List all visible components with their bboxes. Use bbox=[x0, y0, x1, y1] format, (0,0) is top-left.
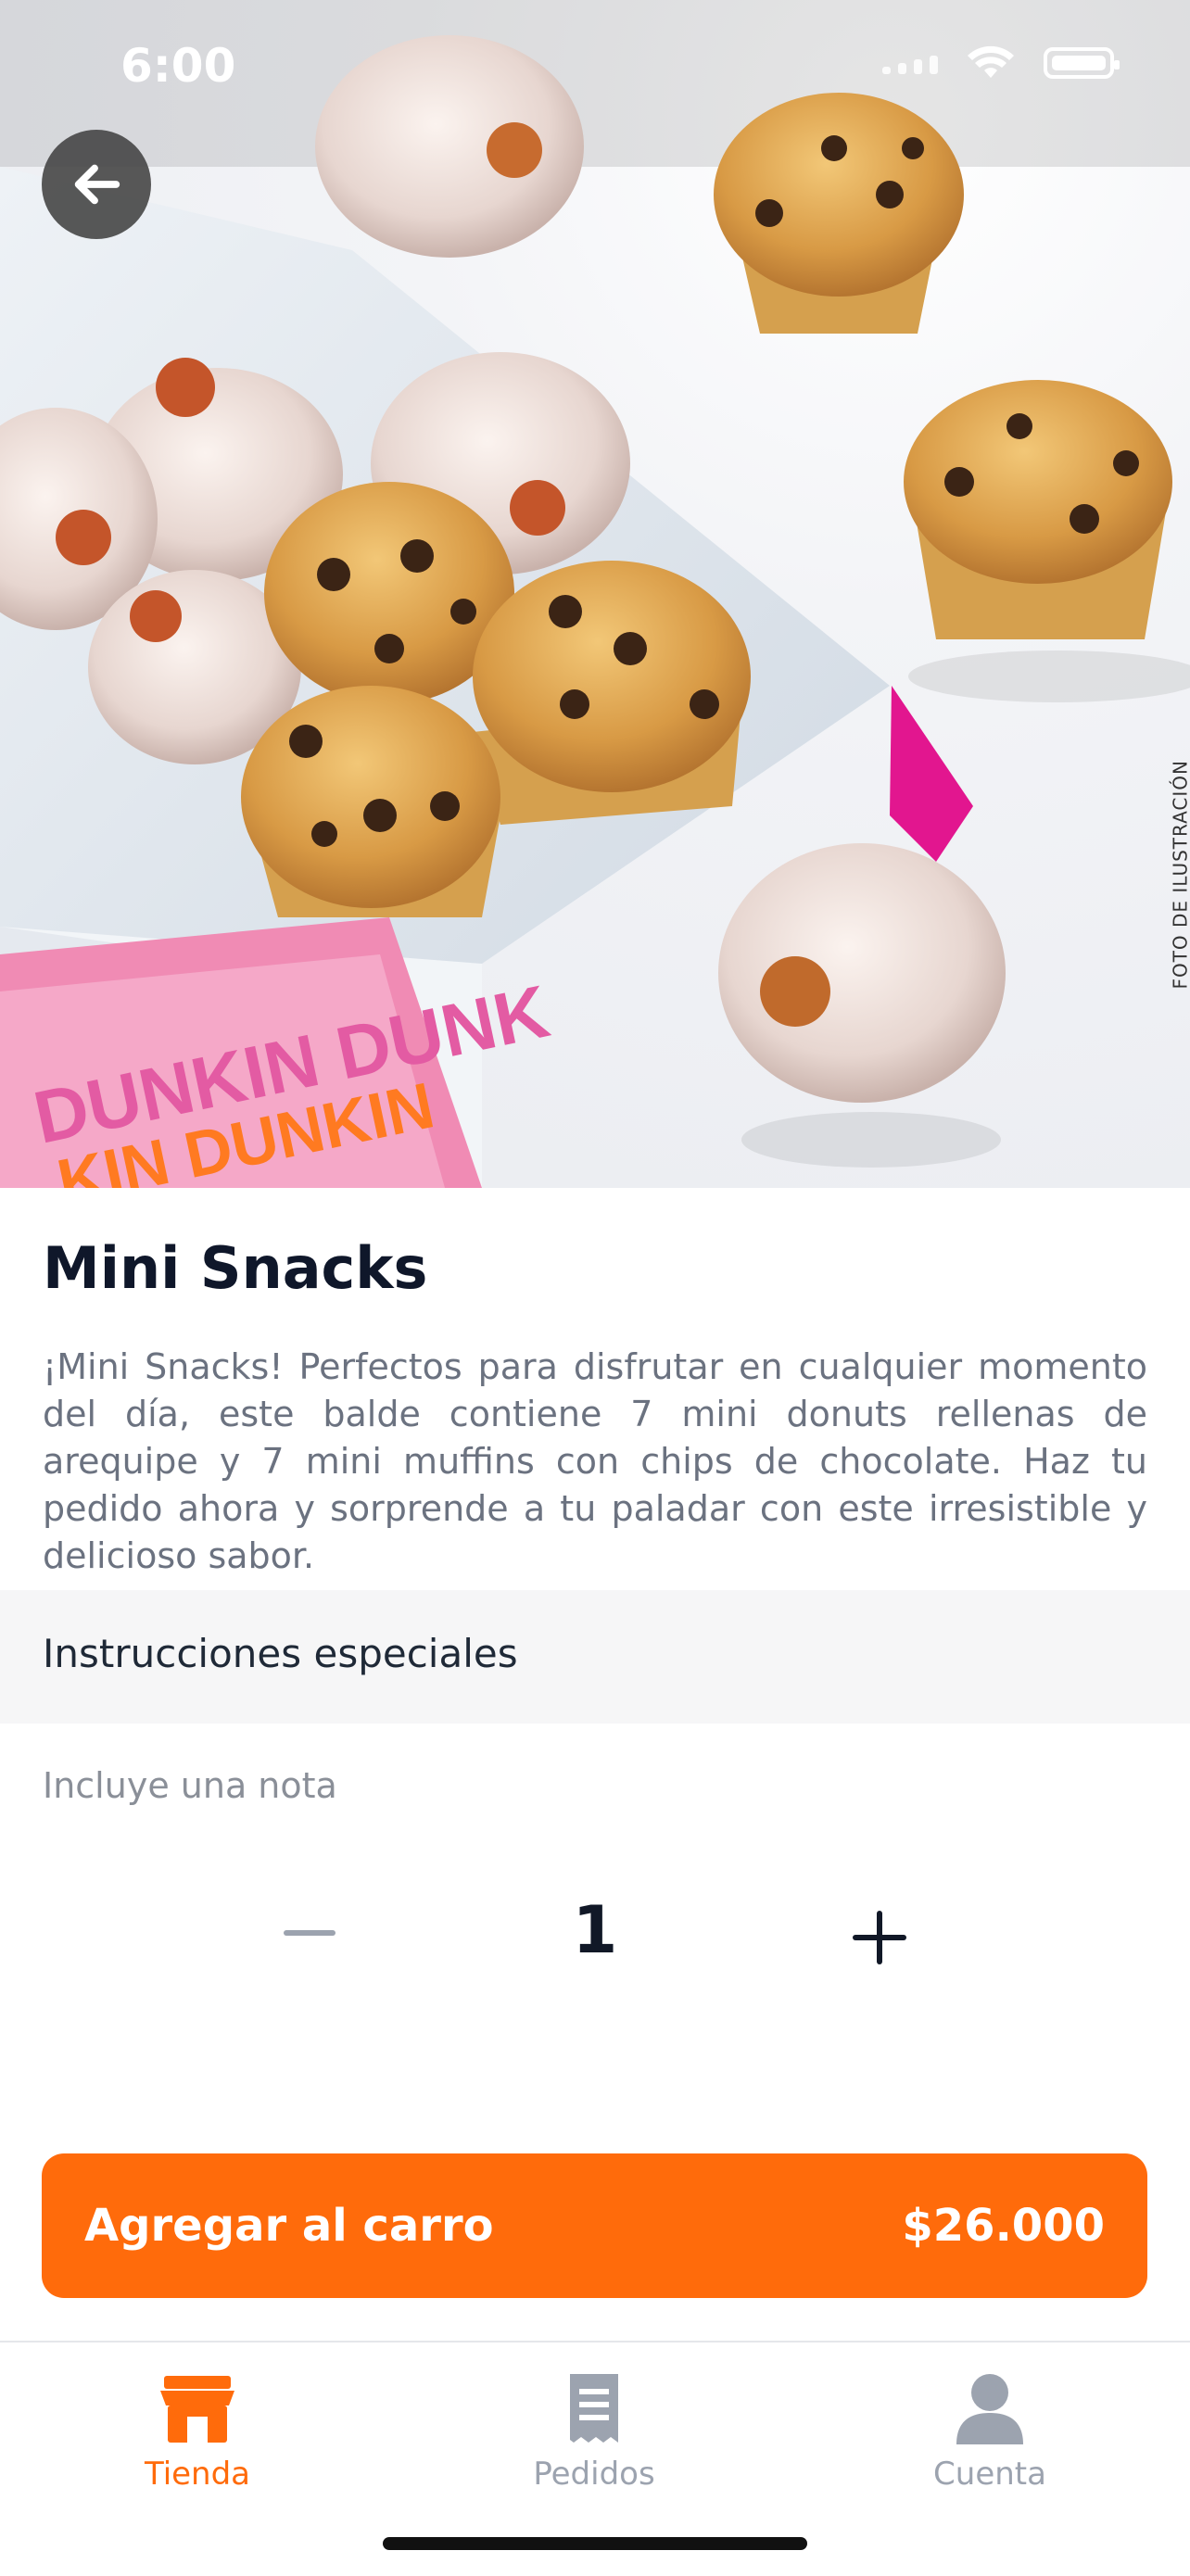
home-indicator bbox=[383, 2537, 807, 2550]
product-hero-image: DUNKIN DUNK KIN DUNKIN 6:00 FOTO DE ILUS… bbox=[0, 0, 1190, 1188]
product-title: Mini Snacks bbox=[43, 1234, 428, 1302]
add-to-cart-button[interactable]: Agregar al carro $26.000 bbox=[42, 2153, 1147, 2298]
hero-caption: FOTO DE ILUSTRACIÓN bbox=[1170, 760, 1190, 990]
user-icon bbox=[949, 2368, 1031, 2448]
store-icon bbox=[157, 2368, 238, 2448]
wifi-icon bbox=[968, 45, 1014, 78]
cellular-signal-icon bbox=[882, 52, 938, 74]
quantity-value: 1 bbox=[572, 1892, 618, 1968]
tab-pedidos[interactable]: Pedidos bbox=[483, 2368, 705, 2493]
receipt-icon bbox=[553, 2368, 635, 2448]
product-illustration: DUNKIN DUNK KIN DUNKIN bbox=[0, 0, 1190, 1188]
increase-quantity-button[interactable] bbox=[847, 1905, 912, 1970]
tab-cuenta-label: Cuenta bbox=[933, 2456, 1046, 2493]
tab-tienda-label: Tienda bbox=[144, 2456, 251, 2493]
decrease-quantity-button[interactable] bbox=[282, 1896, 337, 1970]
tab-pedidos-label: Pedidos bbox=[533, 2456, 655, 2493]
tab-tienda[interactable]: Tienda bbox=[86, 2368, 309, 2493]
special-instructions-title: Instrucciones especiales bbox=[43, 1631, 518, 1676]
tab-cuenta[interactable]: Cuenta bbox=[879, 2368, 1101, 2493]
note-input[interactable]: Incluye una nota bbox=[43, 1765, 337, 1806]
battery-icon bbox=[1044, 47, 1120, 79]
arrow-left-icon bbox=[74, 164, 120, 205]
status-icons bbox=[882, 44, 1120, 82]
product-description: ¡Mini Snacks! Perfectos para disfrutar e… bbox=[43, 1346, 1147, 1576]
status-time: 6:00 bbox=[120, 39, 236, 93]
back-button[interactable] bbox=[42, 130, 151, 239]
add-to-cart-label: Agregar al carro bbox=[84, 2200, 494, 2252]
product-price: $26.000 bbox=[902, 2200, 1105, 2252]
